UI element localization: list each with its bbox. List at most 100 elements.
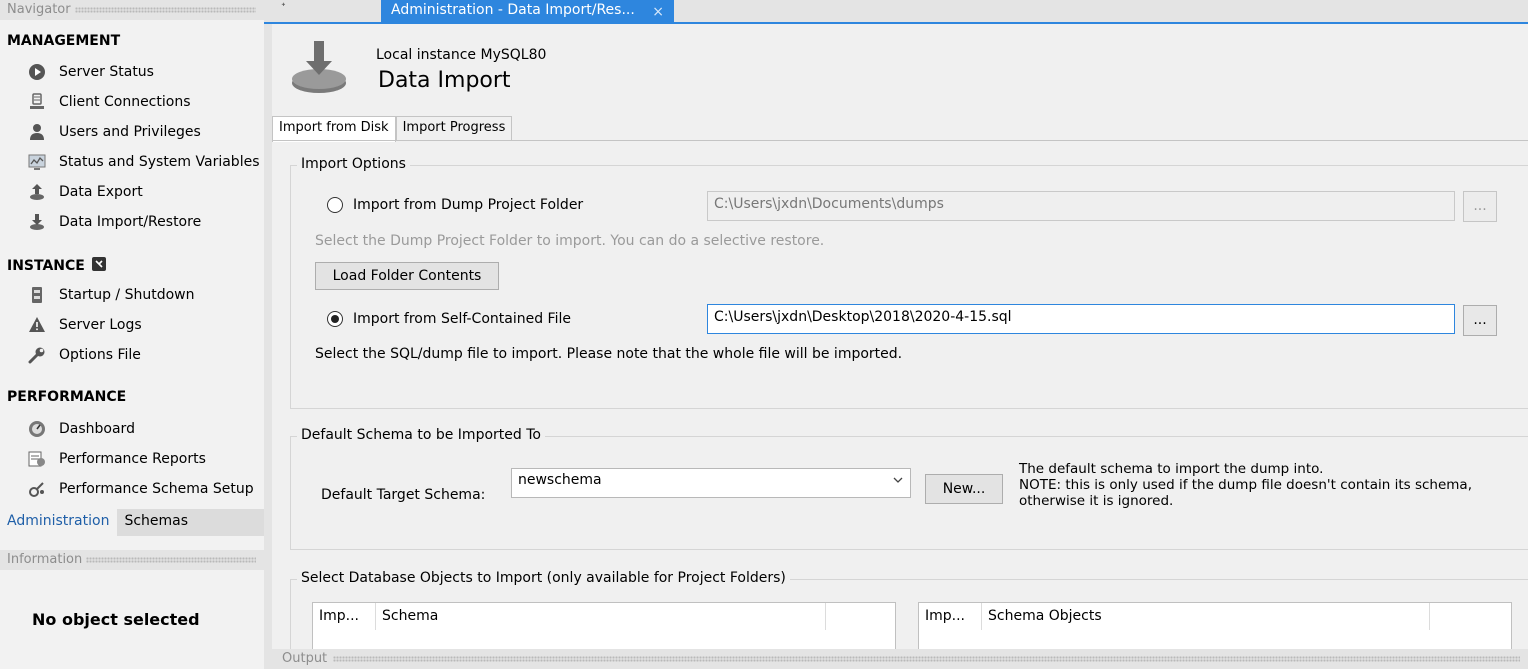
- self-contained-hint: Select the SQL/dump file to import. Plea…: [315, 346, 903, 362]
- schema-objects-list-header: Imp... Schema Objects: [919, 603, 1511, 631]
- startup-shutdown-icon: [27, 285, 47, 305]
- target-schema-select[interactable]: newschema: [511, 468, 911, 498]
- sidebar-item-label: Users and Privileges: [59, 124, 201, 140]
- sidebar-item-label: Server Logs: [59, 317, 142, 333]
- information-header: Information: [0, 550, 264, 570]
- performance-reports-icon: [27, 449, 47, 469]
- sidebar-item-dashboard[interactable]: Dashboard: [27, 418, 264, 440]
- navigator-sidebar: Navigator MANAGEMENT Server Status Clien…: [0, 0, 264, 669]
- tab-schemas[interactable]: Schemas: [117, 509, 196, 536]
- data-import-panel: Local instance MySQL80 Data Import Impor…: [272, 24, 1528, 659]
- header-grip: [74, 7, 256, 13]
- sidebar-item-startup-shutdown[interactable]: Startup / Shutdown: [27, 284, 264, 306]
- dump-folder-hint: Select the Dump Project Folder to import…: [315, 233, 825, 249]
- output-panel-header[interactable]: Output: [264, 649, 1528, 669]
- dump-folder-radio[interactable]: [327, 197, 343, 213]
- sidebar-item-options-file[interactable]: Options File: [27, 344, 264, 366]
- instance-section-title: INSTANCE: [7, 256, 107, 276]
- note-line: The default schema to import the dump in…: [1019, 461, 1324, 477]
- database-objects-group: Select Database Objects to Import (only …: [290, 570, 1528, 659]
- self-contained-radio[interactable]: [327, 311, 343, 327]
- sidebar-item-system-variables[interactable]: Status and System Variables: [27, 151, 264, 173]
- navigator-title: Navigator: [7, 2, 71, 17]
- sidebar-item-server-logs[interactable]: Server Logs: [27, 314, 264, 336]
- server-status-icon: [27, 62, 47, 82]
- sidebar-item-label: Status and System Variables: [59, 154, 260, 170]
- note-line: NOTE: this is only used if the dump file…: [1019, 477, 1472, 493]
- pin-icon[interactable]: ᐩ: [281, 0, 286, 14]
- tab-import-from-disk[interactable]: Import from Disk: [272, 116, 396, 142]
- sidebar-item-label: Performance Schema Setup: [59, 481, 254, 497]
- note-line: otherwise it is ignored.: [1019, 493, 1174, 509]
- client-connections-icon: [27, 92, 47, 112]
- default-schema-note: The default schema to import the dump in…: [1019, 461, 1472, 509]
- default-schema-group: Default Schema to be Imported To Default…: [290, 427, 1528, 550]
- self-contained-option[interactable]: Import from Self-Contained File: [327, 311, 571, 327]
- self-contained-path-field[interactable]: C:\Users\jxdn\Desktop\2018\2020-4-15.sql: [707, 304, 1455, 334]
- options-file-icon: [27, 345, 47, 365]
- target-schema-value: newschema: [518, 472, 602, 488]
- sidebar-item-label: Dashboard: [59, 421, 135, 437]
- import-options-group: Import Options Import from Dump Project …: [290, 156, 1528, 409]
- sidebar-item-label: Data Import/Restore: [59, 214, 202, 230]
- tab-data-import[interactable]: Administration - Data Import/Res... ×: [381, 0, 674, 22]
- browse-dump-folder-button[interactable]: ...: [1463, 191, 1497, 222]
- no-object-message: No object selected: [32, 610, 200, 629]
- navigator-header: Navigator: [0, 0, 264, 20]
- sidebar-item-data-export[interactable]: Data Export: [27, 181, 264, 203]
- close-icon[interactable]: ×: [652, 2, 664, 22]
- system-variables-icon: [27, 152, 47, 172]
- column-header-import[interactable]: Imp...: [919, 603, 982, 630]
- instance-config-icon[interactable]: [91, 256, 107, 276]
- column-header-schema[interactable]: Schema: [376, 603, 826, 630]
- sidebar-item-performance-reports[interactable]: Performance Reports: [27, 448, 264, 470]
- sidebar-item-performance-schema[interactable]: Performance Schema Setup: [27, 478, 264, 500]
- instance-title-text: INSTANCE: [7, 258, 85, 274]
- schema-list-header: Imp... Schema: [313, 603, 895, 631]
- default-schema-title: Default Schema to be Imported To: [297, 427, 545, 443]
- chevron-down-icon: [892, 474, 904, 490]
- tab-label: Administration - Data Import/Res...: [391, 2, 635, 18]
- instance-name: Local instance MySQL80: [376, 47, 547, 63]
- self-contained-label: Import from Self-Contained File: [353, 311, 571, 327]
- browse-file-button[interactable]: ...: [1463, 305, 1497, 336]
- sidebar-tabbar: Administration Schemas: [0, 509, 264, 536]
- sidebar-item-label: Performance Reports: [59, 451, 206, 467]
- header-grip: [333, 656, 1520, 662]
- sidebar-item-server-status[interactable]: Server Status: [27, 61, 264, 83]
- dump-folder-option[interactable]: Import from Dump Project Folder: [327, 197, 583, 213]
- tab-administration[interactable]: Administration: [0, 509, 118, 536]
- target-schema-label: Default Target Schema:: [321, 487, 486, 503]
- data-import-icon: [27, 212, 47, 232]
- editor-tabbar: ᐩ Administration - Data Import/Res... ×: [264, 0, 1528, 22]
- dump-folder-label: Import from Dump Project Folder: [353, 197, 584, 213]
- column-header-import[interactable]: Imp...: [313, 603, 376, 630]
- output-title: Output: [282, 651, 328, 666]
- sidebar-item-label: Server Status: [59, 64, 154, 80]
- management-section-title: MANAGEMENT: [7, 33, 121, 49]
- dashboard-icon: [27, 419, 47, 439]
- import-from-disk-page: Import Options Import from Dump Project …: [272, 140, 1528, 659]
- users-icon: [27, 122, 47, 142]
- sidebar-item-users-privileges[interactable]: Users and Privileges: [27, 121, 264, 143]
- header-grip: [86, 557, 256, 563]
- load-folder-contents-button[interactable]: Load Folder Contents: [315, 262, 499, 290]
- page-title: Data Import: [378, 68, 511, 93]
- sidebar-item-data-import[interactable]: Data Import/Restore: [27, 211, 264, 233]
- sidebar-item-label: Client Connections: [59, 94, 191, 110]
- data-import-large-icon: [289, 39, 349, 99]
- sidebar-item-label: Options File: [59, 347, 141, 363]
- tab-import-progress[interactable]: Import Progress: [395, 116, 513, 141]
- import-options-title: Import Options: [297, 156, 410, 172]
- sidebar-item-client-connections[interactable]: Client Connections: [27, 91, 264, 113]
- server-logs-icon: [27, 315, 47, 335]
- splitter[interactable]: [264, 0, 272, 649]
- information-title: Information: [7, 552, 83, 567]
- column-header-schema-objects[interactable]: Schema Objects: [982, 603, 1430, 630]
- new-schema-button[interactable]: New...: [925, 474, 1003, 504]
- data-export-icon: [27, 182, 47, 202]
- sidebar-item-label: Data Export: [59, 184, 143, 200]
- sidebar-item-label: Startup / Shutdown: [59, 287, 195, 303]
- dump-folder-path-field[interactable]: C:\Users\jxdn\Documents\dumps: [707, 191, 1455, 221]
- performance-schema-icon: [27, 479, 47, 499]
